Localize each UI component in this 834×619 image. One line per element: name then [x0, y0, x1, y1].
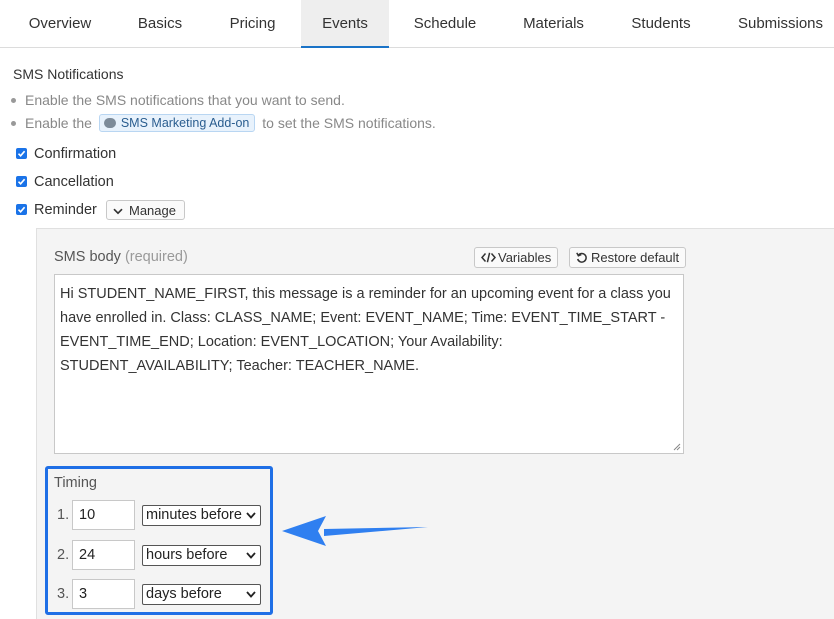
confirmation-checkbox[interactable] — [16, 147, 27, 159]
annotation-arrow-icon — [282, 516, 428, 546]
timing-row-number: 1. — [57, 507, 70, 523]
tab-overview[interactable]: Overview — [0, 0, 120, 48]
cancellation-checkbox[interactable] — [16, 175, 27, 187]
sms-addon-link[interactable]: SMS Marketing Add-on — [98, 114, 256, 133]
manage-button[interactable]: Manage — [106, 200, 185, 220]
variables-label: Variables — [498, 250, 552, 265]
timing-unit-select-2[interactable]: hours before — [142, 545, 261, 566]
timing-unit-value: days before — [146, 586, 222, 602]
timing-value-input-1[interactable]: 10 — [72, 500, 135, 530]
tab-basics[interactable]: Basics — [120, 0, 200, 48]
tab-pricing[interactable]: Pricing — [205, 0, 300, 48]
tab-submissions[interactable]: Submissions — [727, 0, 834, 48]
timing-unit-select-1[interactable]: minutes before — [142, 505, 261, 526]
chevron-down-icon — [113, 201, 123, 221]
timing-unit-value: minutes before — [146, 507, 242, 523]
reminder-checkbox[interactable] — [16, 203, 27, 215]
confirmation-label: Confirmation — [34, 146, 117, 162]
sms-addon-label: SMS Marketing Add-on — [120, 116, 250, 131]
reminder-label: Reminder — [34, 202, 97, 218]
section-title: SMS Notifications — [13, 66, 124, 82]
code-icon — [481, 252, 496, 263]
timing-value-input-2[interactable]: 24 — [72, 540, 135, 570]
bullet-text-suffix: to set the SMS notifications. — [262, 115, 436, 131]
bullet-dot — [11, 97, 16, 103]
select-caret-icon — [246, 591, 256, 598]
sms-body-title: SMS body — [54, 249, 121, 265]
timing-unit-value: hours before — [146, 547, 228, 563]
sms-body-text: Hi STUDENT_NAME_FIRST, this message is a… — [60, 286, 671, 374]
tab-bar: Overview Basics Pricing Events Schedule … — [0, 0, 834, 48]
timing-unit-select-3[interactable]: days before — [142, 584, 261, 605]
tab-events[interactable]: Events — [301, 0, 389, 48]
timing-row-number: 3. — [57, 586, 70, 602]
restore-default-label: Restore default — [591, 250, 680, 265]
variables-button[interactable]: Variables — [474, 247, 559, 268]
tab-schedule[interactable]: Schedule — [399, 0, 491, 48]
sms-body-label: SMS body (required) — [54, 249, 188, 265]
bullet-dot — [11, 120, 16, 126]
chat-bubble-icon — [103, 118, 116, 128]
tab-materials[interactable]: Materials — [505, 0, 602, 48]
restore-icon — [576, 252, 587, 263]
tab-students[interactable]: Students — [618, 0, 704, 48]
bullet-text: Enable the SMS notifications that you wa… — [25, 92, 345, 108]
select-caret-icon — [246, 512, 256, 519]
bullet-item: Enable the SMS notifications that you wa… — [11, 92, 345, 108]
select-caret-icon — [246, 552, 256, 559]
timing-title: Timing — [54, 475, 97, 491]
cancellation-label: Cancellation — [34, 174, 114, 190]
restore-default-button[interactable]: Restore default — [569, 247, 687, 268]
required-hint: (required) — [124, 249, 188, 265]
confirmation-checkbox-row[interactable]: Confirmation — [16, 144, 116, 164]
bullet-text-prefix: Enable the — [25, 115, 92, 131]
sms-body-textarea[interactable]: Hi STUDENT_NAME_FIRST, this message is a… — [54, 274, 684, 454]
bullet-item: Enable the SMS Marketing Add-on to set t… — [11, 114, 436, 133]
cancellation-checkbox-row[interactable]: Cancellation — [16, 172, 114, 192]
timing-value-input-3[interactable]: 3 — [72, 579, 135, 609]
manage-label: Manage — [129, 203, 176, 218]
resize-grip-icon[interactable] — [673, 443, 681, 451]
reminder-checkbox-row[interactable]: Reminder — [16, 200, 97, 220]
timing-row-number: 2. — [57, 547, 70, 563]
